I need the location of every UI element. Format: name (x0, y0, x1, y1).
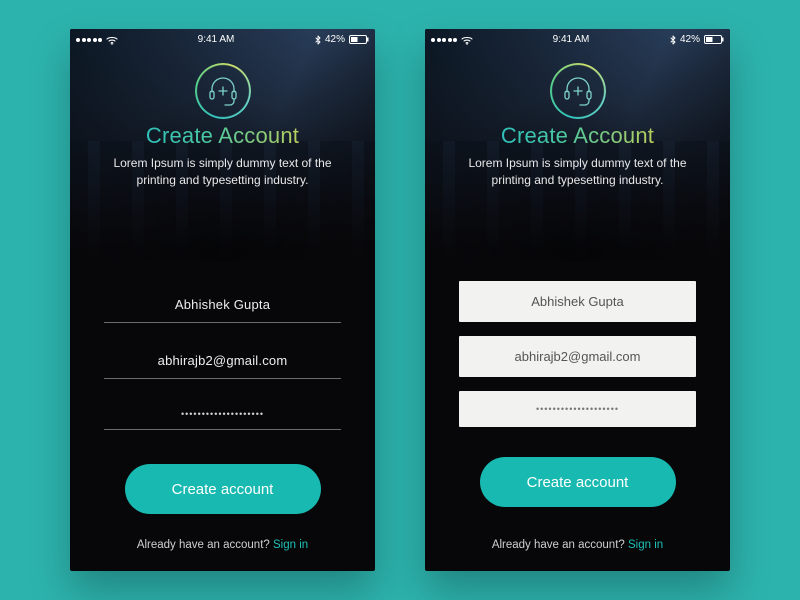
status-bar: 9:41 AM 42% (70, 29, 375, 47)
status-battery-pct: 42% (680, 34, 700, 45)
page-title: Create Account (501, 123, 654, 149)
headset-plus-icon (550, 63, 606, 119)
wifi-icon (461, 36, 472, 44)
cellular-signal-icon (431, 38, 457, 42)
sign-in-link[interactable]: Sign in (628, 539, 663, 551)
battery-icon (704, 35, 724, 44)
name-field[interactable] (459, 281, 696, 322)
name-field[interactable] (104, 287, 341, 323)
footer-prompt: Already have an account? (137, 539, 273, 551)
wifi-icon (106, 36, 117, 44)
sign-in-link[interactable]: Sign in (273, 539, 308, 551)
status-bar: 9:41 AM 42% (425, 29, 730, 47)
cellular-signal-icon (76, 38, 102, 42)
signup-screen-variant-filled: 9:41 AM 42% (425, 29, 730, 571)
status-time: 9:41 AM (472, 34, 670, 45)
footer: Already have an account? Sign in (70, 539, 375, 571)
bluetooth-icon (315, 35, 321, 45)
page-subtitle: Lorem Ipsum is simply dummy text of the … (70, 155, 375, 190)
create-account-button[interactable]: Create account (480, 457, 676, 507)
page-subtitle: Lorem Ipsum is simply dummy text of the … (425, 155, 730, 190)
bluetooth-icon (670, 35, 676, 45)
signup-screen-variant-underline: 9:41 AM 42% (70, 29, 375, 571)
hero-banner: 9:41 AM 42% (425, 29, 730, 261)
footer: Already have an account? Sign in (425, 539, 730, 571)
battery-icon (349, 35, 369, 44)
page-title: Create Account (146, 123, 299, 149)
email-field[interactable] (104, 343, 341, 379)
password-field[interactable] (104, 399, 341, 430)
status-battery-pct: 42% (325, 34, 345, 45)
headset-plus-icon (195, 63, 251, 119)
create-account-button[interactable]: Create account (125, 464, 321, 514)
signup-form: Create account (70, 261, 375, 539)
password-field[interactable] (459, 391, 696, 427)
footer-prompt: Already have an account? (492, 539, 628, 551)
status-time: 9:41 AM (117, 34, 315, 45)
hero-banner: 9:41 AM 42% (70, 29, 375, 261)
signup-form: Create account (425, 261, 730, 539)
email-field[interactable] (459, 336, 696, 377)
